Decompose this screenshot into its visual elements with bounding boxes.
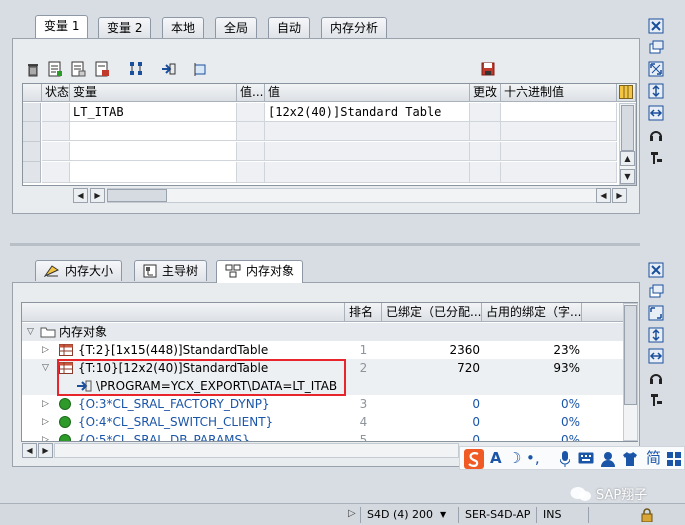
col-bound[interactable]: 已绑定（已分配... [382,303,482,322]
save-variable-icon[interactable] [94,61,110,77]
sogou-logo-icon[interactable] [464,449,484,469]
status-dropdown-icon[interactable]: ▼ [440,507,456,523]
tab-memory-objects[interactable]: 内存对象 [216,260,304,283]
skin-shirt-icon[interactable] [622,451,638,467]
new-window-icon[interactable] [648,283,664,299]
settings-tool-icon[interactable] [648,392,664,408]
tree-row[interactable]: ▷ {O:3*CL_SRAL_FACTORY_DYNP} 3 0 0% [22,395,624,413]
keyboard-icon[interactable] [578,452,594,464]
tab-variables-1[interactable]: 变量 1 [35,15,89,38]
delete-icon[interactable] [25,61,41,77]
tab-global[interactable]: 全局 [215,17,258,38]
status-bar: ▷ S4D (4) 200 ▼ SER-S4D-AP INS [0,503,685,525]
english-mode-label[interactable]: A [490,449,502,467]
highlight-box [57,359,346,396]
flag-icon[interactable] [192,61,208,77]
tree-row[interactable]: ▷ {T:2}[1x15(448)]StandardTable 1 2360 2… [22,341,624,359]
empty-variable-cell[interactable] [70,142,237,161]
empty-variable-cell[interactable] [70,162,237,183]
tree-hscroll-right[interactable]: ▶ [38,443,53,458]
tree-hscroll[interactable] [54,443,459,458]
variable-value-cell[interactable]: [12x2(40)]Standard Table [265,103,470,122]
tab-memory-analysis[interactable]: 内存分析 [321,17,388,38]
navigate-icon[interactable] [160,61,176,77]
status-mode[interactable]: INS [536,507,586,523]
maximize-icon[interactable] [648,305,664,321]
punctuation-icon[interactable]: •, [526,449,540,467]
save-icon[interactable] [480,61,496,77]
object-node-icon [59,398,71,410]
vertical-split-icon[interactable] [648,83,664,99]
variable-name-cell[interactable]: LT_ITAB [70,103,237,122]
variables-hscroll[interactable] [107,188,611,203]
scroll-up-button[interactable]: ▲ [620,151,635,166]
splitter[interactable] [10,243,640,246]
status-server[interactable]: SER-S4D-AP [458,507,534,523]
col-hex-value[interactable]: 十六进制值 [501,84,617,102]
tab-auto[interactable]: 自动 [268,17,311,38]
tree-row[interactable]: ▷ {O:5*CL_SRAL_DB_PARAMS} 5 0 0% [22,431,624,441]
col-value[interactable]: 值 [265,84,470,102]
col-status[interactable]: 状态 [42,84,70,102]
settings-tool-icon[interactable] [648,150,664,166]
tree-hscroll-left[interactable]: ◀ [22,443,37,458]
grid-menu-icon[interactable] [666,451,682,467]
tab-variables-2[interactable]: 变量 2 [98,17,152,38]
moon-icon[interactable]: ☽ [508,449,521,467]
vertical-split-icon[interactable] [648,327,664,343]
document-icon[interactable] [70,61,86,77]
scroll-down-button[interactable]: ▼ [620,169,635,184]
headset-icon[interactable] [648,127,664,143]
variables-table: 状态 变量 值... 值 更改 十六进制值 LT_ITAB [12x2(40)]… [22,83,637,186]
col-rank[interactable]: 排名 [345,303,382,322]
user-icon[interactable] [600,451,616,467]
folder-open-icon [40,327,56,338]
tree-structure-icon[interactable] [128,61,144,77]
hscroll-left-button[interactable]: ◀ [73,188,88,203]
object-node-icon [59,416,71,428]
col-variable[interactable]: 变量 [70,84,237,102]
maximize-icon[interactable] [648,61,664,77]
tree-row[interactable]: ▷ {O:4*CL_SRAL_SWITCH_CLIENT} 4 0 0% [22,413,624,431]
column-layout-icon [619,85,633,99]
table-icon [59,344,73,356]
status-extra [588,507,628,523]
col-changed[interactable]: 更改 [470,84,501,102]
empty-variable-cell[interactable] [70,122,237,141]
simplified-mode-label[interactable]: 简 [646,449,661,467]
close-panel-icon[interactable] [648,18,664,34]
ime-toolbar[interactable]: A ☽ •, 简 [459,446,685,470]
headset-icon[interactable] [648,370,664,386]
details-icon[interactable] [47,61,63,77]
col-object[interactable] [22,303,345,322]
dominator-tree-icon [143,264,157,278]
tab-dominator-tree[interactable]: 主导树 [134,260,208,281]
lock-icon[interactable] [640,508,654,522]
horizontal-split-icon[interactable] [648,348,664,364]
col-value-short[interactable]: 值... [237,84,265,102]
tab-memory-size[interactable]: 内存大小 [35,260,123,281]
status-expand-icon[interactable]: ▷ [348,508,356,519]
col-used-bound[interactable]: 占用的绑定（字... [482,303,582,322]
watermark: SAP翔子 [570,486,647,504]
new-window-icon[interactable] [648,39,664,55]
hscroll-right-button[interactable]: ▶ [90,188,105,203]
object-node-icon [59,434,71,441]
memory-objects-icon [225,264,241,278]
close-panel-icon[interactable] [648,262,664,278]
tree-root[interactable]: ▽ 内存对象 [22,323,624,341]
wechat-icon [570,487,591,501]
microphone-icon[interactable] [560,451,570,467]
memory-size-icon [44,265,60,278]
column-layout-button[interactable] [617,84,636,102]
tab-local[interactable]: 本地 [162,17,205,38]
horizontal-split-icon[interactable] [648,105,664,121]
